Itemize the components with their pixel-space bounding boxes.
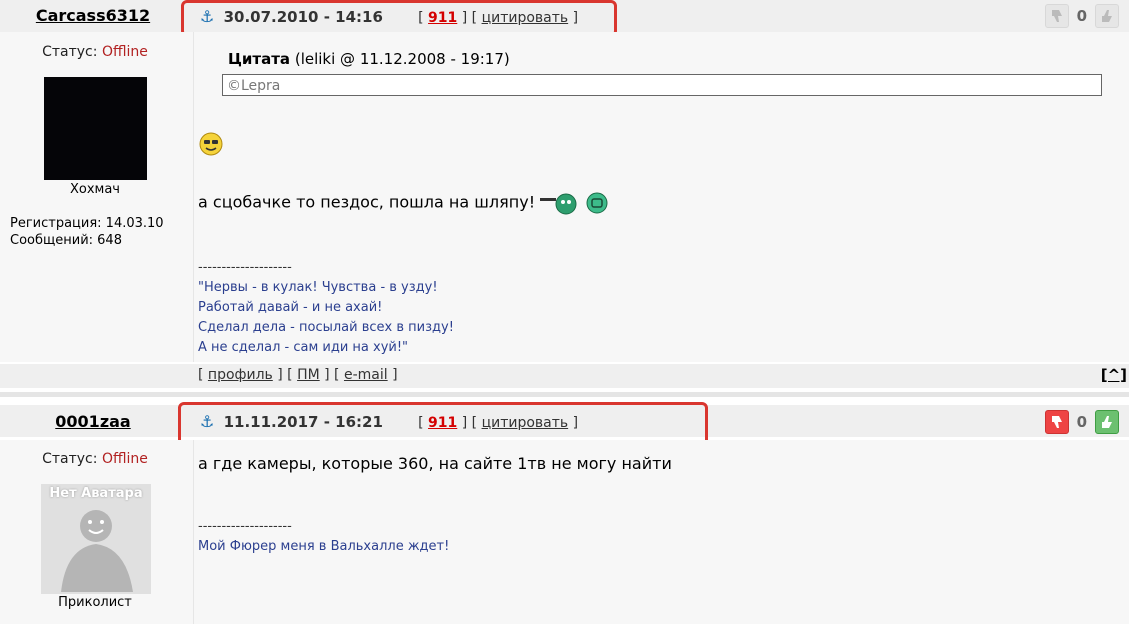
vote-count: 0 xyxy=(1076,413,1087,431)
shooting-smiley-icon xyxy=(540,193,577,215)
post-2-sidebar: Статус: Offline Нет Аватара Приколист xyxy=(0,440,194,624)
post-1-user-info: Регистрация: 14.03.10 Сообщений: 648 xyxy=(10,216,164,248)
vote-up-button[interactable] xyxy=(1095,410,1119,434)
email-link[interactable]: e-mail xyxy=(344,367,388,383)
post-2-avatar: Нет Аватара xyxy=(41,484,151,594)
thumb-down-icon xyxy=(1051,416,1062,428)
profile-link[interactable]: профиль xyxy=(208,367,273,383)
post-divider xyxy=(0,392,1129,397)
post-2-status: Статус: Offline xyxy=(42,451,148,467)
pm-link[interactable]: ПМ xyxy=(297,367,320,383)
no-avatar-silhouette-icon xyxy=(61,510,133,592)
vote-down-button[interactable] xyxy=(1044,410,1069,434)
thumb-up-icon xyxy=(1102,10,1112,22)
post-1-text: а сцобачке то пездос, пошла на шляпу! xyxy=(198,190,609,216)
thumb-up-icon xyxy=(1102,416,1112,428)
vote-count: 0 xyxy=(1076,7,1087,25)
post-2-votes: 0 xyxy=(1044,410,1119,434)
post-2-signature: -------------------- Мой Фюрер меня в Ва… xyxy=(198,519,450,554)
post-1-avatar xyxy=(44,77,147,180)
vote-down-button[interactable] xyxy=(1044,4,1069,28)
post-1-signature: -------------------- "Нервы - в кулак! Ч… xyxy=(198,260,454,355)
post-1-footer: [ профиль ] [ ПМ ] [ e-mail ] [^] xyxy=(0,364,1129,388)
cool-smiley-icon xyxy=(199,132,223,156)
post-1-sidebar: Статус: Offline Хохмач Регистрация: 14.0… xyxy=(0,32,194,362)
post-2-username[interactable]: 0001zaa xyxy=(0,412,186,431)
post-1-username[interactable]: Carcass6312 xyxy=(0,6,186,25)
post-1-quote-box: ©Lepra xyxy=(222,74,1102,96)
back-to-top-link[interactable]: [^] xyxy=(1101,366,1127,384)
post-2-text: а где камеры, которые 360, на сайте 1тв … xyxy=(198,454,672,473)
vote-up-button[interactable] xyxy=(1095,4,1119,28)
post-1-status: Статус: Offline xyxy=(42,44,148,60)
post-1-votes: 0 xyxy=(1044,4,1119,28)
thumb-down-icon xyxy=(1051,10,1062,22)
post-2-user-title: Приколист xyxy=(58,595,132,610)
post-1-quote-header: Цитата (leliki @ 11.12.2008 - 19:17) xyxy=(228,50,510,68)
green-smiley-icon xyxy=(586,192,608,214)
post-1-user-title: Хохмач xyxy=(69,182,120,197)
